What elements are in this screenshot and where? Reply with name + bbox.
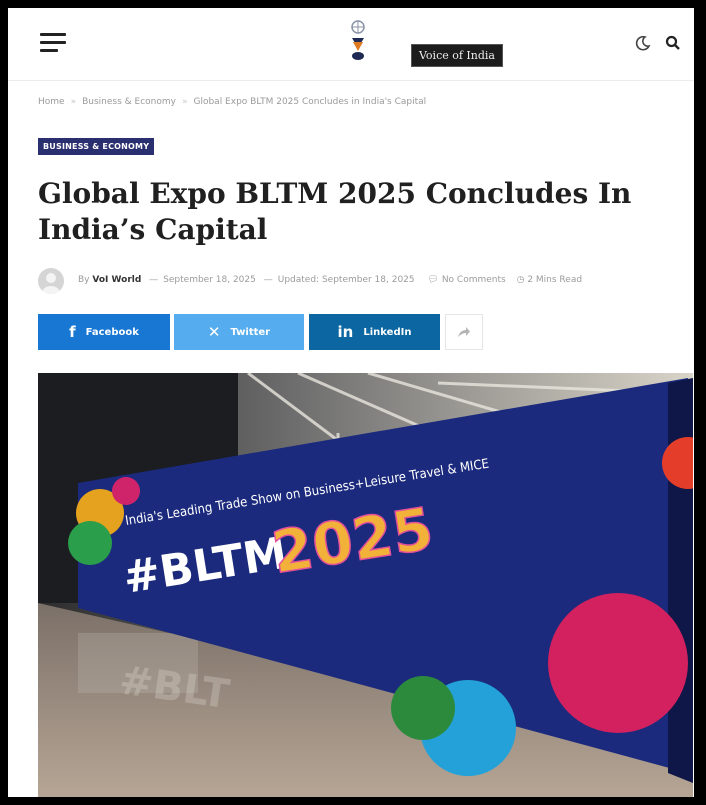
hamburger-menu-icon[interactable] xyxy=(40,33,66,53)
article-title: Global Expo BLTM 2025 Concludes In India… xyxy=(38,177,632,246)
breadcrumb-category[interactable]: Business & Economy xyxy=(82,97,176,107)
by-label: By xyxy=(78,275,90,285)
twitter-label: Twitter xyxy=(230,326,271,338)
breadcrumb: Home » Business & Economy » Global Expo BLTM… xyxy=(38,97,426,107)
read-time: 2 Mins Read xyxy=(527,275,583,285)
facebook-label: Facebook xyxy=(85,326,139,338)
site-logo[interactable] xyxy=(346,18,370,64)
linkedin-share-button[interactable]: in LinkedIn xyxy=(309,314,440,350)
search-icon[interactable] xyxy=(664,34,682,52)
author-name[interactable]: VoI World xyxy=(92,275,141,285)
breadcrumb-separator: » xyxy=(181,97,188,107)
breadcrumb-separator: » xyxy=(70,97,77,107)
facebook-icon: f xyxy=(69,323,76,341)
moon-icon[interactable] xyxy=(634,34,652,52)
updated-label: Updated: xyxy=(277,275,320,285)
bltm-banner-photo: India's Leading Trade Show on Business+L… xyxy=(38,373,693,797)
x-icon: ✕ xyxy=(207,323,221,341)
comments-count[interactable]: No Comments xyxy=(442,275,506,285)
site-header: Voice of India xyxy=(8,8,694,81)
facebook-share-button[interactable]: f Facebook xyxy=(38,314,170,350)
publish-date: September 18, 2025 xyxy=(163,275,256,285)
comment-icon: 💬︎ xyxy=(427,275,439,285)
breadcrumb-current: Global Expo BLTM 2025 Concludes in India… xyxy=(193,97,427,107)
article-featured-image: India's Leading Trade Show on Business+L… xyxy=(38,373,693,797)
linkedin-icon: in xyxy=(337,323,354,341)
logo-tooltip: Voice of India xyxy=(411,44,503,67)
article-meta: By VoI World — September 18, 2025 — Update… xyxy=(38,266,688,296)
more-share-button[interactable] xyxy=(445,314,483,350)
meta-text: By VoI World — September 18, 2025 — Update… xyxy=(78,275,583,285)
share-arrow-icon xyxy=(458,327,470,337)
browser-viewport: Voice of India Home » Business & Economy » G… xyxy=(8,8,694,797)
avatar-placeholder-icon xyxy=(42,273,60,294)
clock-icon: ◷ xyxy=(516,275,525,285)
category-badge[interactable]: BUSINESS & ECONOMY xyxy=(38,138,155,155)
author-avatar[interactable] xyxy=(38,268,64,294)
breadcrumb-home[interactable]: Home xyxy=(38,97,65,107)
updated-date: September 18, 2025 xyxy=(321,275,415,285)
linkedin-label: LinkedIn xyxy=(363,326,412,338)
twitter-share-button[interactable]: ✕ Twitter xyxy=(174,314,304,350)
